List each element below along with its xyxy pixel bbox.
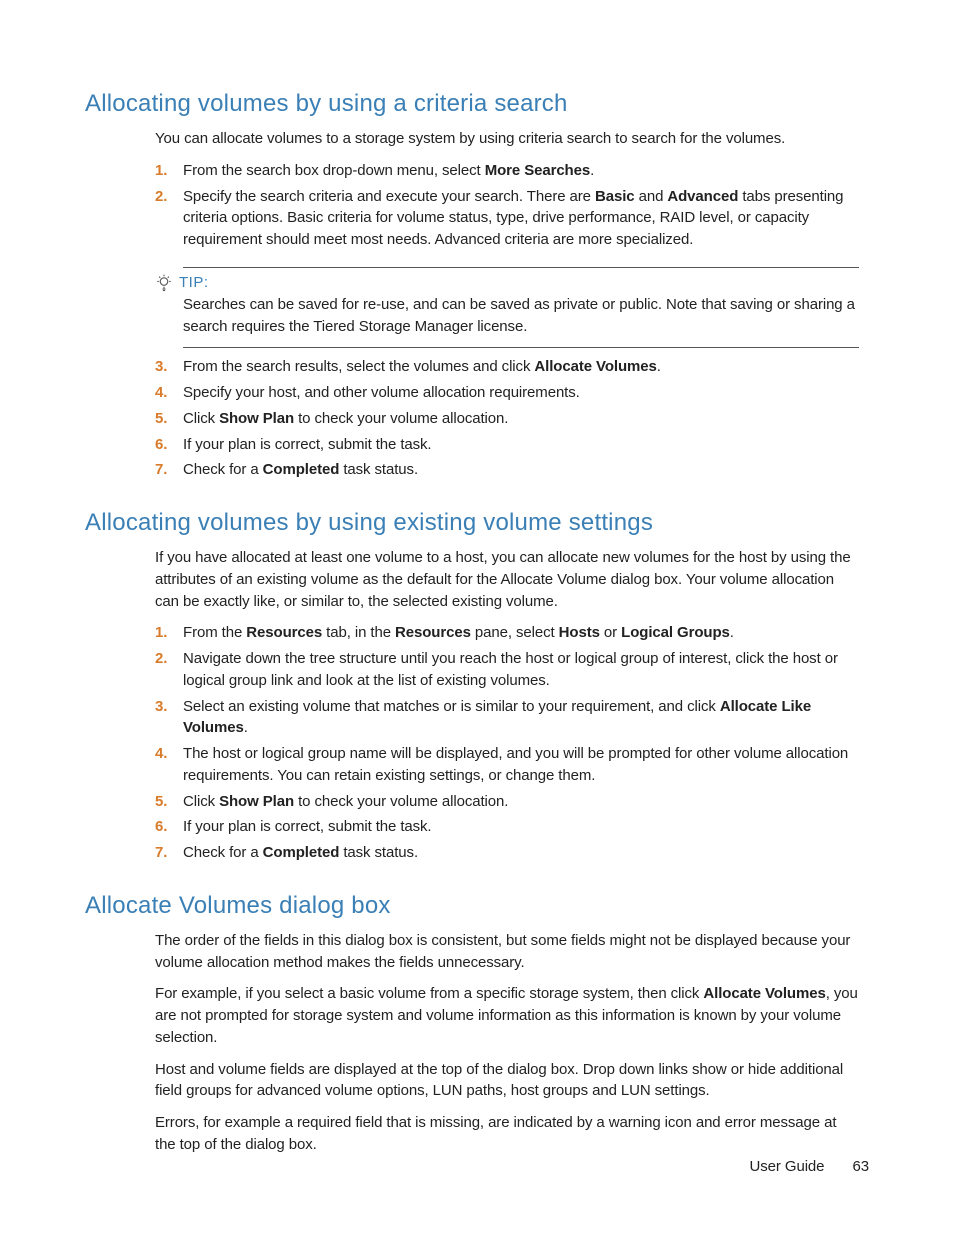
intro-paragraph: If you have allocated at least one volum… — [155, 547, 859, 612]
step-text: Navigate down the tree structure until y… — [183, 648, 859, 692]
step-text: From the Resources tab, in the Resources… — [183, 622, 859, 644]
step-number: 2. — [155, 648, 183, 670]
step-number: 1. — [155, 622, 183, 644]
list-item: 6. If your plan is correct, submit the t… — [155, 816, 859, 838]
list-item: 2. Specify the search criteria and execu… — [155, 186, 859, 251]
step-number: 2. — [155, 186, 183, 208]
paragraph: The order of the fields in this dialog b… — [155, 930, 859, 974]
list-item: 7. Check for a Completed task status. — [155, 459, 859, 481]
step-text: From the search box drop-down menu, sele… — [183, 160, 859, 182]
step-text: Click Show Plan to check your volume all… — [183, 408, 859, 430]
section-heading-dialog-box: Allocate Volumes dialog box — [85, 892, 869, 920]
step-number: 4. — [155, 382, 183, 404]
tip-body: Searches can be saved for re-use, and ca… — [183, 294, 859, 338]
ordered-steps: 3. From the search results, select the v… — [155, 356, 859, 481]
step-text: If your plan is correct, submit the task… — [183, 434, 859, 456]
step-text: Specify your host, and other volume allo… — [183, 382, 859, 404]
list-item: 5. Click Show Plan to check your volume … — [155, 791, 859, 813]
step-number: 5. — [155, 791, 183, 813]
list-item: 3. From the search results, select the v… — [155, 356, 859, 378]
section-body: You can allocate volumes to a storage sy… — [155, 128, 859, 481]
step-text: If your plan is correct, submit the task… — [183, 816, 859, 838]
step-number: 7. — [155, 842, 183, 864]
step-text: Select an existing volume that matches o… — [183, 696, 859, 740]
step-text: Click Show Plan to check your volume all… — [183, 791, 859, 813]
footer-label: User Guide — [750, 1158, 825, 1175]
paragraph: For example, if you select a basic volum… — [155, 983, 859, 1048]
list-item: 5. Click Show Plan to check your volume … — [155, 408, 859, 430]
ordered-steps: 1. From the Resources tab, in the Resour… — [155, 622, 859, 864]
step-text: Specify the search criteria and execute … — [183, 186, 859, 251]
list-item: 3. Select an existing volume that matche… — [155, 696, 859, 740]
list-item: 6. If your plan is correct, submit the t… — [155, 434, 859, 456]
page-footer: User Guide 63 — [750, 1158, 869, 1175]
list-item: 1. From the Resources tab, in the Resour… — [155, 622, 859, 644]
step-number: 6. — [155, 816, 183, 838]
step-number: 5. — [155, 408, 183, 430]
tip-callout: TIP: Searches can be saved for re-use, a… — [183, 267, 859, 349]
step-text: Check for a Completed task status. — [183, 842, 859, 864]
paragraph: Host and volume fields are displayed at … — [155, 1059, 859, 1103]
tip-label: TIP: — [179, 274, 209, 291]
step-text: The host or logical group name will be d… — [183, 743, 859, 787]
section-heading-existing-settings: Allocating volumes by using existing vol… — [85, 509, 869, 537]
list-item: 4. The host or logical group name will b… — [155, 743, 859, 787]
step-number: 1. — [155, 160, 183, 182]
step-number: 3. — [155, 696, 183, 718]
list-item: 1. From the search box drop-down menu, s… — [155, 160, 859, 182]
step-number: 6. — [155, 434, 183, 456]
section-body: The order of the fields in this dialog b… — [155, 930, 859, 1156]
step-number: 7. — [155, 459, 183, 481]
step-text: Check for a Completed task status. — [183, 459, 859, 481]
section-body: If you have allocated at least one volum… — [155, 547, 859, 864]
step-number: 3. — [155, 356, 183, 378]
ordered-steps: 1. From the search box drop-down menu, s… — [155, 160, 859, 251]
document-page: Allocating volumes by using a criteria s… — [0, 0, 954, 1235]
lightbulb-icon — [155, 274, 173, 292]
intro-paragraph: You can allocate volumes to a storage sy… — [155, 128, 859, 150]
section-heading-criteria-search: Allocating volumes by using a criteria s… — [85, 90, 869, 118]
paragraph: Errors, for example a required field tha… — [155, 1112, 859, 1156]
list-item: 4. Specify your host, and other volume a… — [155, 382, 859, 404]
step-number: 4. — [155, 743, 183, 765]
list-item: 2. Navigate down the tree structure unti… — [155, 648, 859, 692]
page-number: 63 — [853, 1158, 870, 1175]
step-text: From the search results, select the volu… — [183, 356, 859, 378]
list-item: 7. Check for a Completed task status. — [155, 842, 859, 864]
